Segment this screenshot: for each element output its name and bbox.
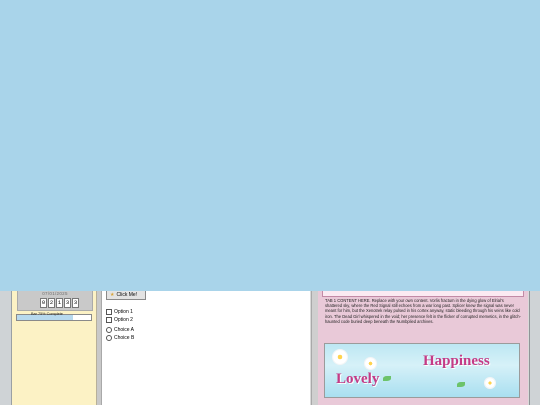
banner-word-happiness: Happiness <box>423 353 490 369</box>
banner-word-lovely: Lovely <box>336 371 380 387</box>
daisy-icon <box>333 350 347 364</box>
clock-date: 07/01/2025 <box>42 291 68 296</box>
daisy-icon <box>365 358 376 369</box>
clock-digit: 2 <box>48 298 55 308</box>
clock-widget: 07/01/2025 0 2 1 3 3 <box>17 291 93 311</box>
right-panel: TAB 1 CONTENT HERE. Replace with your ow… <box>318 291 528 405</box>
checkbox-label: Option 2 <box>114 317 133 323</box>
star-icon: ★ <box>110 292 115 298</box>
clock-digit: 1 <box>56 298 63 308</box>
clock-digits: 0 2 1 3 3 <box>40 298 79 308</box>
checkbox-box[interactable] <box>106 309 112 315</box>
tab-content-text: TAB 1 CONTENT HERE. Replace with your ow… <box>325 298 521 324</box>
checkbox-option-1[interactable]: Option 1 <box>106 309 133 315</box>
leaf-icon <box>457 382 465 387</box>
checkbox-box[interactable] <box>106 317 112 323</box>
radio-label: Choice B <box>114 335 135 341</box>
leaf-icon <box>383 376 391 381</box>
center-panel: ★ Click Me! Option 1 Option 2 Choice A Ch… <box>102 291 310 405</box>
lovely-happiness-banner: Happiness Lovely <box>324 343 520 398</box>
radio-choice-b[interactable]: Choice B <box>106 335 134 341</box>
radio-button[interactable] <box>106 335 112 341</box>
click-me-button[interactable]: ★ Click Me! <box>106 291 146 300</box>
tab-strip[interactable] <box>322 291 524 297</box>
clock-digit: 0 <box>40 298 47 308</box>
daisy-icon <box>485 378 495 388</box>
left-sidebar: 07/01/2025 0 2 1 3 3 Bar 75% Complete <box>12 291 97 405</box>
window-right-edge <box>529 291 540 405</box>
checkbox-label: Option 1 <box>114 309 133 315</box>
progress-label: Bar 75% Complete <box>31 312 63 316</box>
clock-digit: 3 <box>64 298 71 308</box>
app-window: 07/01/2025 0 2 1 3 3 Bar 75% Complete ★ C… <box>0 291 540 405</box>
checkbox-option-2[interactable]: Option 2 <box>106 317 133 323</box>
clock-digit: 3 <box>72 298 79 308</box>
radio-label: Choice A <box>114 327 135 333</box>
window-left-edge <box>0 291 12 405</box>
radio-button[interactable] <box>106 327 112 333</box>
radio-choice-a[interactable]: Choice A <box>106 327 134 333</box>
click-me-label: Click Me! <box>116 292 138 298</box>
